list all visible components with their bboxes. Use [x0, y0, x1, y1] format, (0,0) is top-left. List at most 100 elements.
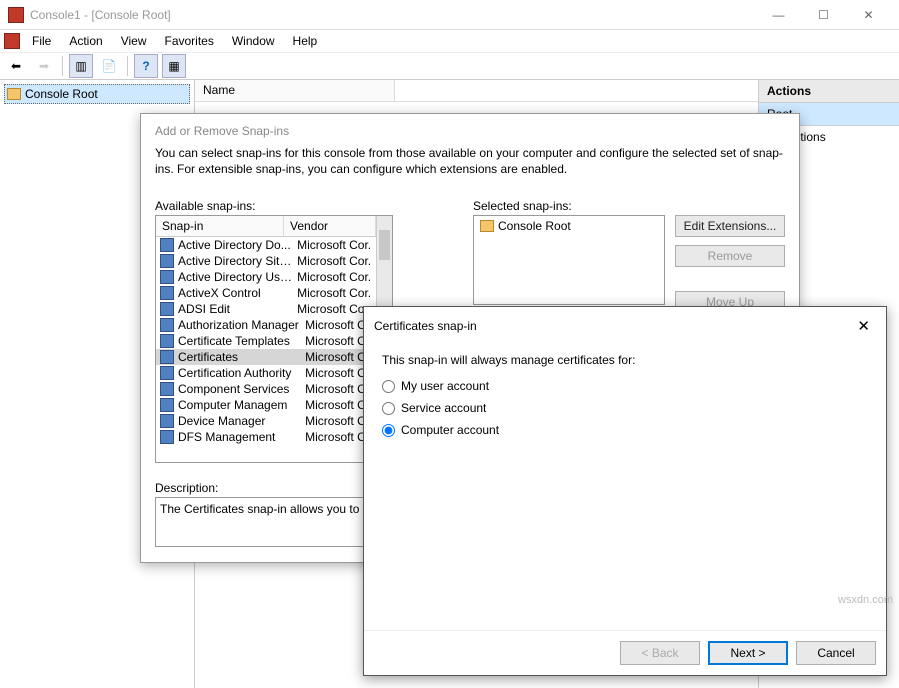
- next-button[interactable]: Next >: [708, 641, 788, 665]
- snapin-vendor: Microsoft Co: [305, 366, 372, 380]
- snapin-row[interactable]: Active Directory Use...Microsoft Cor...: [156, 269, 376, 285]
- snapin-row[interactable]: ADSI Edit Microsoft Cor...: [156, 301, 376, 317]
- window-title: Console1 - [Console Root]: [30, 8, 756, 22]
- menu-help[interactable]: Help: [285, 32, 326, 50]
- tree-root[interactable]: Console Root: [4, 84, 190, 104]
- snapin-name: Component Services: [178, 382, 301, 396]
- snapin-vendor: Microsoft Co: [305, 414, 372, 428]
- snapin-row[interactable]: Certificates Microsoft Co: [156, 349, 376, 365]
- radio-computer-input[interactable]: [382, 424, 395, 437]
- snapin-vendor: Microsoft Cor...: [297, 238, 372, 252]
- maximize-button[interactable]: ☐: [801, 1, 846, 29]
- radio-my-user-input[interactable]: [382, 380, 395, 393]
- menubar: File Action View Favorites Window Help: [0, 30, 899, 52]
- dialog1-intro: You can select snap-ins for this console…: [155, 146, 785, 177]
- snapin-row[interactable]: Active Directory Site... Microsoft Cor...: [156, 253, 376, 269]
- snapin-vendor: Microsoft Cor...: [297, 254, 372, 268]
- folder-icon: [7, 88, 21, 100]
- snapin-row[interactable]: Certificate Templates Microsoft Co: [156, 333, 376, 349]
- app-icon: [8, 7, 24, 23]
- snapin-name: Computer Managem: [178, 398, 301, 412]
- snapin-vendor: Microsoft Cor...: [297, 302, 372, 316]
- export-button[interactable]: 📄: [97, 54, 121, 78]
- mmc-icon: [4, 33, 20, 49]
- snapin-row[interactable]: Computer ManagemMicrosoft Co: [156, 397, 376, 413]
- titlebar: Console1 - [Console Root] — ☐ ✕: [0, 0, 899, 30]
- back-button[interactable]: < Back: [620, 641, 700, 665]
- radio-computer-label: Computer account: [401, 423, 499, 437]
- column-headers: Name: [195, 80, 758, 102]
- menu-window[interactable]: Window: [224, 32, 283, 50]
- actions-header: Actions: [759, 80, 899, 103]
- selected-root-item[interactable]: Console Root: [476, 218, 662, 234]
- folder-icon: [480, 220, 494, 232]
- snapin-name: Certification Authority: [178, 366, 301, 380]
- menu-file[interactable]: File: [24, 32, 59, 50]
- snapin-row[interactable]: Component Services Microsoft Co: [156, 381, 376, 397]
- snapin-icon: [160, 254, 174, 268]
- available-label: Available snap-ins:: [155, 199, 393, 213]
- available-list[interactable]: Snap-in Vendor Active Directory Do... Mic…: [155, 215, 393, 463]
- radio-my-user-label: My user account: [401, 379, 489, 393]
- snapin-vendor: Microsoft Co: [305, 318, 372, 332]
- help-button[interactable]: ?: [134, 54, 158, 78]
- selected-label: Selected snap-ins:: [473, 199, 785, 213]
- snapin-name: Active Directory Use...: [178, 270, 293, 284]
- edit-extensions-button[interactable]: Edit Extensions...: [675, 215, 785, 237]
- snapin-name: Certificate Templates: [178, 334, 301, 348]
- menu-favorites[interactable]: Favorites: [157, 32, 222, 50]
- snapin-vendor: Microsoft Co: [305, 382, 372, 396]
- minimize-button[interactable]: —: [756, 1, 801, 29]
- snapin-name: DFS Management: [178, 430, 301, 444]
- cancel-button[interactable]: Cancel: [796, 641, 876, 665]
- snapin-icon: [160, 366, 174, 380]
- snapin-name: Authorization Manager: [178, 318, 301, 332]
- back-button[interactable]: ⬅: [4, 54, 28, 78]
- close-button[interactable]: ✕: [846, 1, 891, 29]
- watermark: wsxdn.com: [838, 594, 893, 606]
- radio-service-label: Service account: [401, 401, 486, 415]
- snapin-vendor: Microsoft Co: [305, 430, 372, 444]
- snapin-name: Active Directory Site...: [178, 254, 293, 268]
- col-name[interactable]: Name: [195, 80, 395, 101]
- snapin-icon: [160, 414, 174, 428]
- menu-action[interactable]: Action: [61, 32, 110, 50]
- show-tree-button[interactable]: ▥: [69, 54, 93, 78]
- snapin-vendor: Microsoft Cor...: [297, 286, 372, 300]
- dialog1-title: Add or Remove Snap-ins: [155, 124, 785, 146]
- forward-button[interactable]: ➡: [32, 54, 56, 78]
- col-vendor[interactable]: Vendor: [284, 216, 376, 236]
- snapin-name: Active Directory Do...: [178, 238, 293, 252]
- tree-root-label: Console Root: [25, 87, 98, 101]
- remove-button[interactable]: Remove: [675, 245, 785, 267]
- toolbar: ⬅ ➡ ▥ 📄 ? ▦: [0, 52, 899, 80]
- radio-computer[interactable]: Computer account: [382, 419, 868, 441]
- snapin-icon: [160, 238, 174, 252]
- snapin-icon: [160, 350, 174, 364]
- radio-service[interactable]: Service account: [382, 397, 868, 419]
- snapin-row[interactable]: ActiveX ControlMicrosoft Cor...: [156, 285, 376, 301]
- menu-view[interactable]: View: [113, 32, 155, 50]
- wizard-close-button[interactable]: ✕: [851, 315, 876, 337]
- snapin-name: Certificates: [178, 350, 301, 364]
- snapin-row[interactable]: Certification Authority Microsoft Co: [156, 365, 376, 381]
- certificates-snapin-wizard: Certificates snap-in ✕ This snap-in will…: [363, 306, 887, 676]
- snapin-vendor: Microsoft Co: [305, 334, 372, 348]
- radio-my-user[interactable]: My user account: [382, 375, 868, 397]
- snapin-name: ADSI Edit: [178, 302, 293, 316]
- selected-list[interactable]: Console Root: [473, 215, 665, 305]
- snapin-icon: [160, 286, 174, 300]
- snapin-row[interactable]: Active Directory Do... Microsoft Cor...: [156, 237, 376, 253]
- snapin-row[interactable]: DFS Management Microsoft Co: [156, 429, 376, 445]
- view-button[interactable]: ▦: [162, 54, 186, 78]
- snapin-icon: [160, 302, 174, 316]
- radio-service-input[interactable]: [382, 402, 395, 415]
- snapin-icon: [160, 398, 174, 412]
- snapin-row[interactable]: Device ManagerMicrosoft Co: [156, 413, 376, 429]
- col-snapin[interactable]: Snap-in: [156, 216, 284, 236]
- snapin-vendor: Microsoft Co: [305, 350, 372, 364]
- snapin-row[interactable]: Authorization Manager Microsoft Co: [156, 317, 376, 333]
- snapin-icon: [160, 382, 174, 396]
- wizard-prompt: This snap-in will always manage certific…: [382, 353, 868, 367]
- wizard-title: Certificates snap-in: [374, 319, 477, 333]
